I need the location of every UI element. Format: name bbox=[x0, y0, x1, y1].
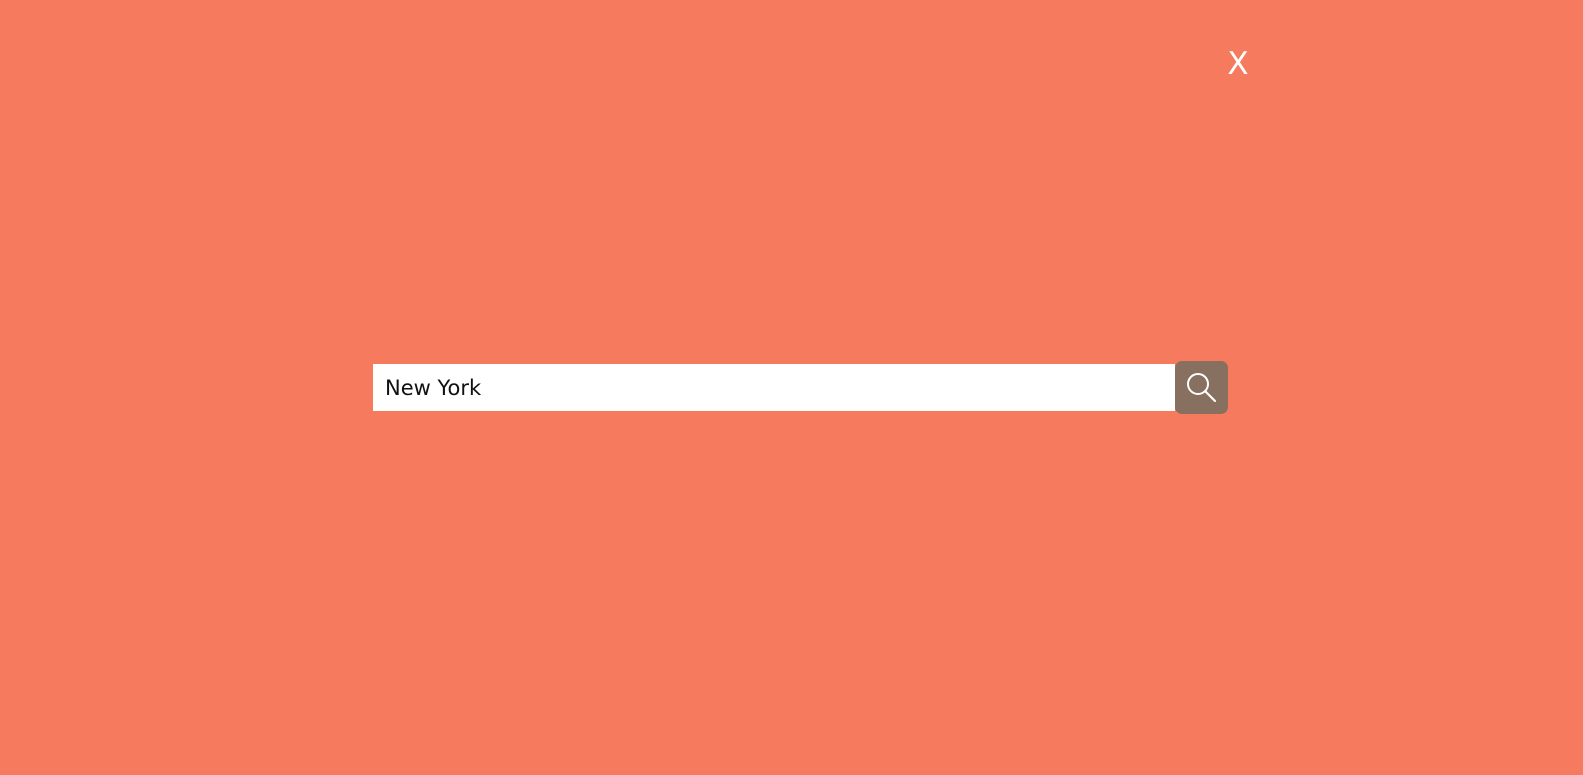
search-button[interactable] bbox=[1175, 361, 1228, 414]
search-form bbox=[373, 361, 1229, 414]
search-icon bbox=[1186, 372, 1216, 402]
search-input[interactable] bbox=[373, 364, 1175, 411]
search-overlay: X bbox=[0, 0, 1583, 775]
close-button[interactable]: X bbox=[1222, 44, 1254, 84]
